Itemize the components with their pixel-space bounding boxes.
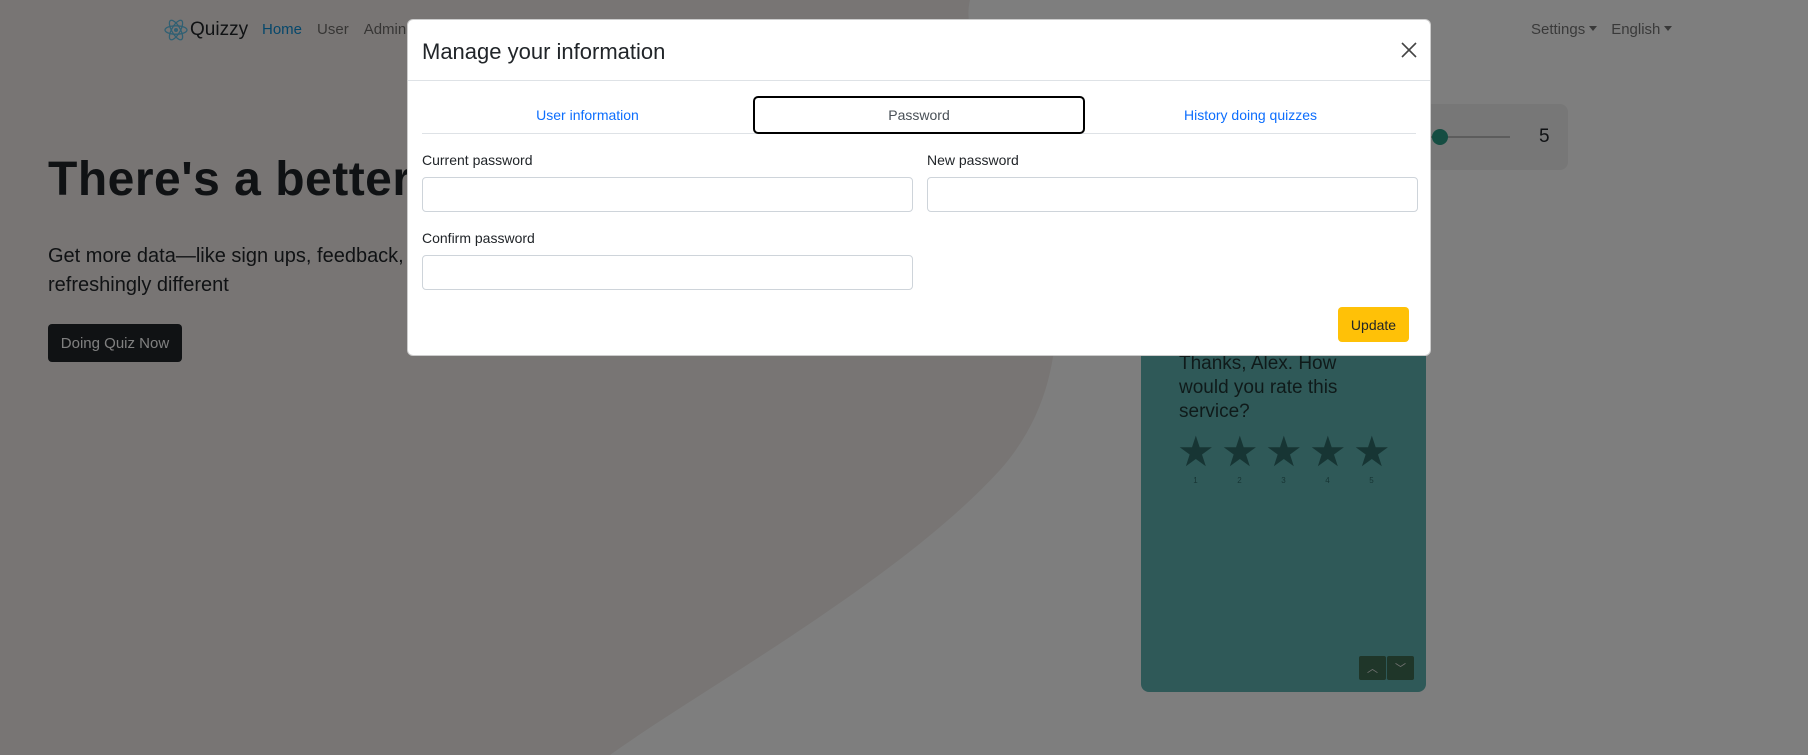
modal-title: Manage your information	[422, 39, 666, 64]
current-password-field[interactable]	[422, 177, 913, 212]
update-button[interactable]: Update	[1338, 307, 1409, 342]
new-password-label: New password	[927, 152, 1019, 168]
tab-password[interactable]: Password	[753, 96, 1085, 134]
current-password-label: Current password	[422, 152, 533, 168]
confirm-password-label: Confirm password	[422, 230, 535, 246]
modal-header: Manage your information	[408, 20, 1430, 81]
close-button[interactable]	[1398, 39, 1420, 61]
manage-info-modal: Manage your information User information…	[407, 19, 1431, 356]
close-icon	[1401, 42, 1417, 58]
confirm-password-field[interactable]	[422, 255, 913, 290]
new-password-field[interactable]	[927, 177, 1418, 212]
tab-user-information[interactable]: User information	[422, 96, 753, 134]
modal-tabs: User information Password History doing …	[422, 96, 1416, 134]
tab-history[interactable]: History doing quizzes	[1085, 96, 1416, 134]
